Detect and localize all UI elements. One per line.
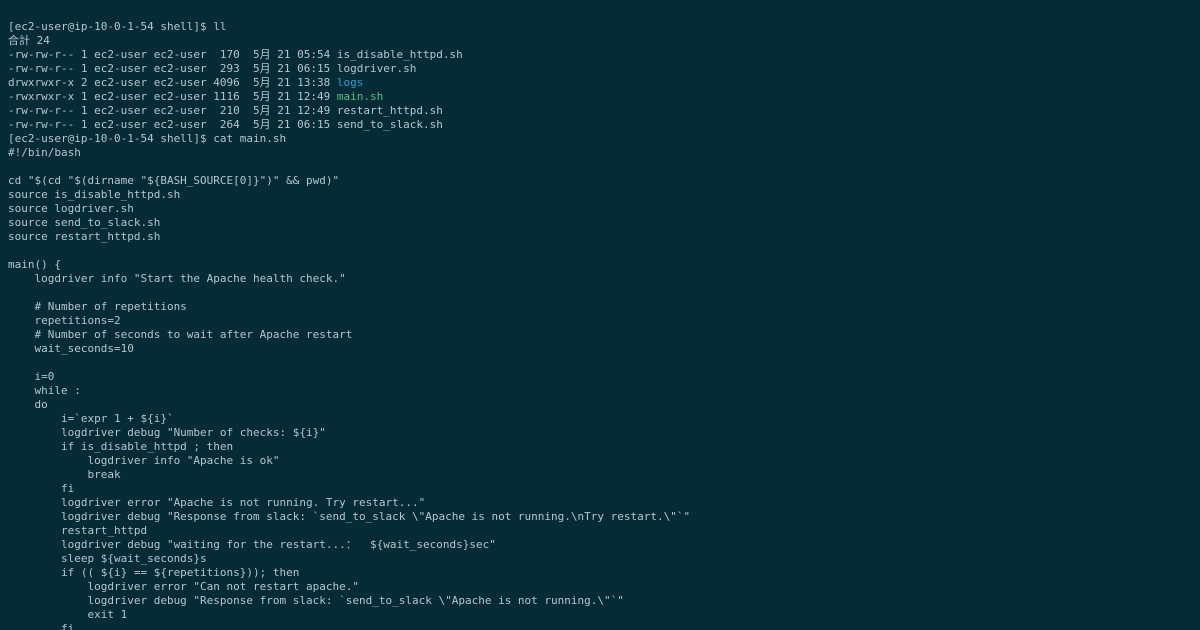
listing-meta: -rw-rw-r-- 1 ec2-user ec2-user 293 5月 21… bbox=[8, 62, 337, 75]
listing-meta: -rw-rw-r-- 1 ec2-user ec2-user 210 5月 21… bbox=[8, 104, 337, 117]
command-text: cat main.sh bbox=[213, 132, 286, 145]
shell-prompt: [ec2-user@ip-10-0-1-54 shell]$ bbox=[8, 20, 213, 33]
listing-filename: main.sh bbox=[337, 90, 383, 103]
command-text: ll bbox=[213, 20, 226, 33]
listing-row: drwxrwxr-x 2 ec2-user ec2-user 4096 5月 2… bbox=[8, 76, 363, 89]
listing-meta: -rw-rw-r-- 1 ec2-user ec2-user 264 5月 21… bbox=[8, 118, 337, 131]
listing-row: -rw-rw-r-- 1 ec2-user ec2-user 264 5月 21… bbox=[8, 118, 443, 131]
listing-row: -rw-rw-r-- 1 ec2-user ec2-user 210 5月 21… bbox=[8, 104, 443, 117]
listing-row: -rw-rw-r-- 1 ec2-user ec2-user 170 5月 21… bbox=[8, 48, 463, 61]
file-listing: -rw-rw-r-- 1 ec2-user ec2-user 170 5月 21… bbox=[8, 48, 463, 131]
listing-row: -rw-rw-r-- 1 ec2-user ec2-user 293 5月 21… bbox=[8, 62, 416, 75]
listing-meta: drwxrwxr-x 2 ec2-user ec2-user 4096 5月 2… bbox=[8, 76, 337, 89]
listing-filename: restart_httpd.sh bbox=[337, 104, 443, 117]
shell-prompt: [ec2-user@ip-10-0-1-54 shell]$ bbox=[8, 132, 213, 145]
listing-filename: logdriver.sh bbox=[337, 62, 416, 75]
prompt-line-1: [ec2-user@ip-10-0-1-54 shell]$ ll bbox=[8, 20, 227, 33]
listing-filename: is_disable_httpd.sh bbox=[337, 48, 463, 61]
prompt-line-2: [ec2-user@ip-10-0-1-54 shell]$ cat main.… bbox=[8, 132, 286, 145]
total-line: 合計 24 bbox=[8, 34, 50, 47]
listing-filename: send_to_slack.sh bbox=[337, 118, 443, 131]
listing-meta: -rwxrwxr-x 1 ec2-user ec2-user 1116 5月 2… bbox=[8, 90, 337, 103]
listing-row: -rwxrwxr-x 1 ec2-user ec2-user 1116 5月 2… bbox=[8, 90, 383, 103]
listing-filename: logs bbox=[337, 76, 364, 89]
terminal-window[interactable]: [ec2-user@ip-10-0-1-54 shell]$ ll 合計 24 … bbox=[0, 0, 1200, 630]
script-body: #!/bin/bash cd "$(cd "$(dirname "${BASH_… bbox=[8, 146, 690, 630]
listing-meta: -rw-rw-r-- 1 ec2-user ec2-user 170 5月 21… bbox=[8, 48, 337, 61]
